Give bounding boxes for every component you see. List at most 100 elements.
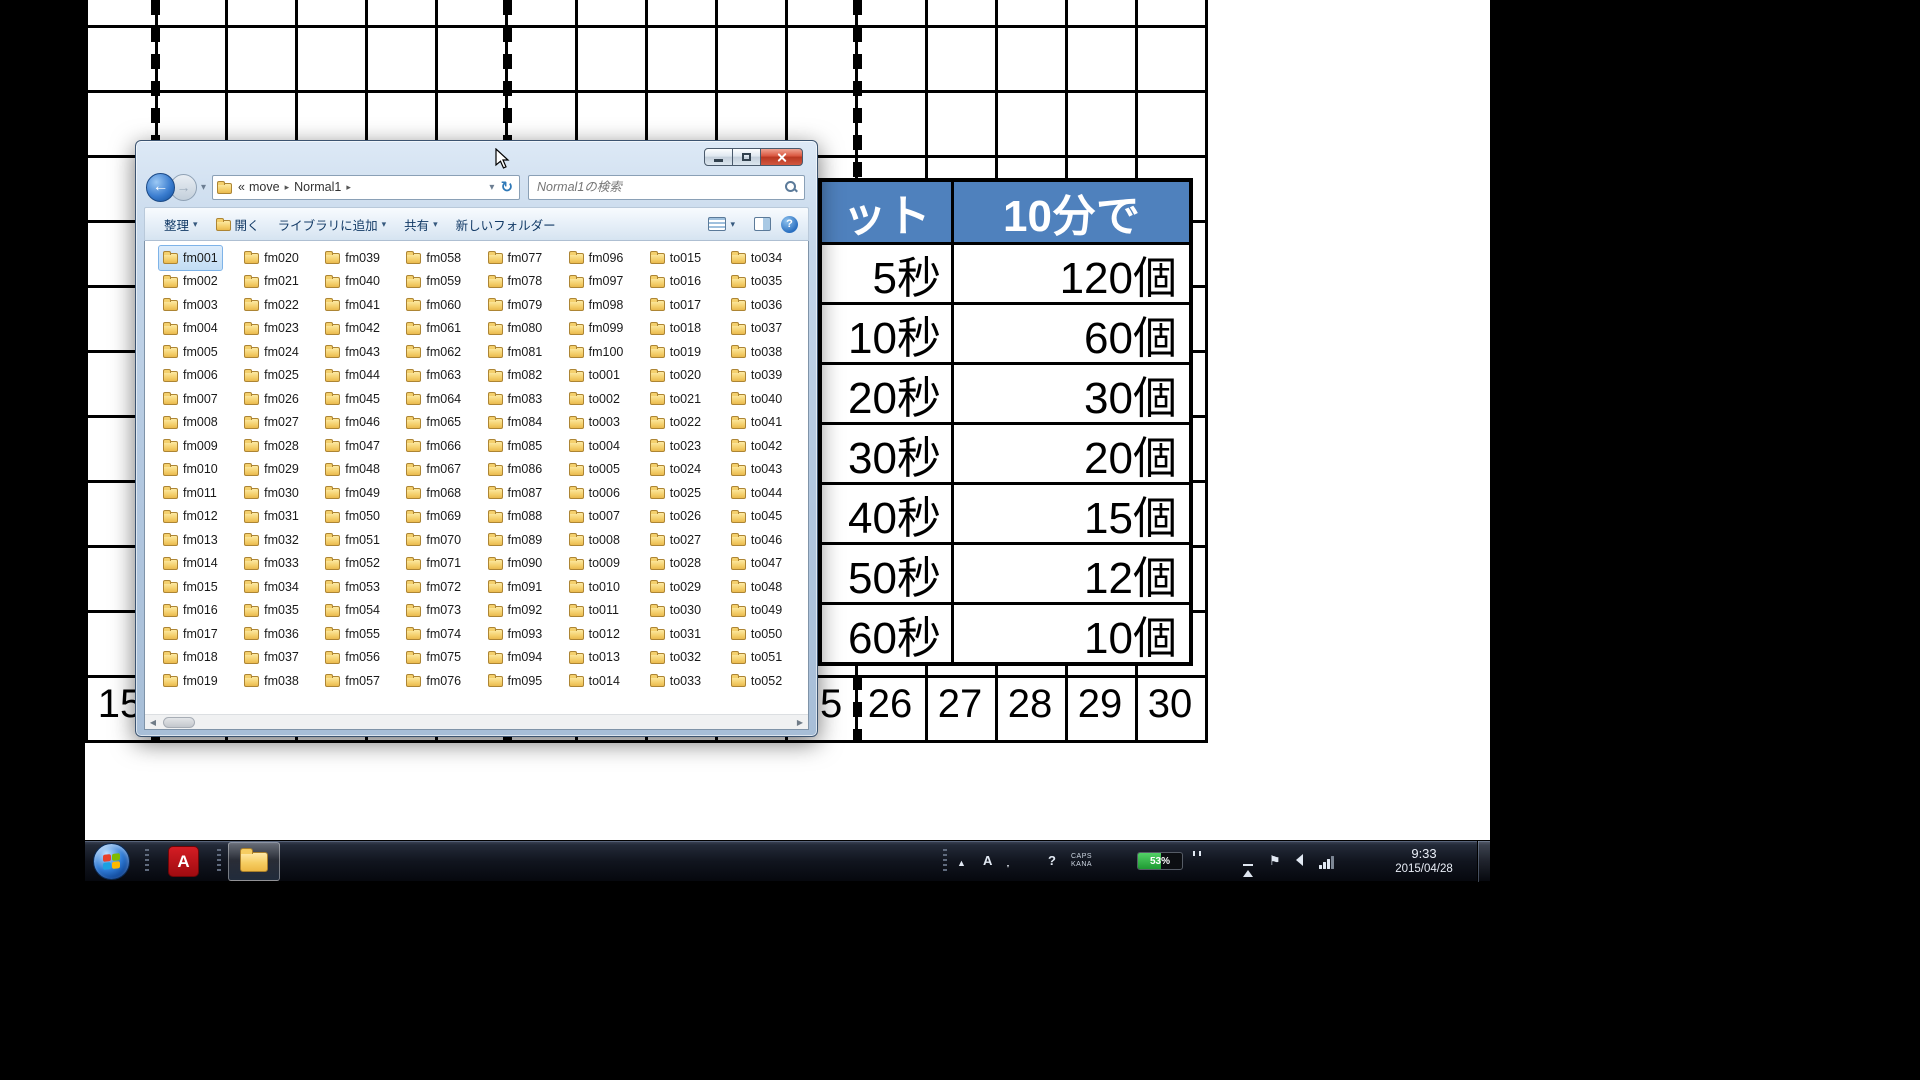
folder-item[interactable]: fm042 [321,317,384,341]
folder-item[interactable]: fm076 [402,669,465,693]
folder-item[interactable]: fm011 [159,481,221,505]
folder-item[interactable]: to050 [727,622,786,646]
folder-item[interactable]: to051 [727,646,786,670]
folder-item[interactable]: fm062 [402,340,465,364]
folder-item[interactable]: fm022 [240,293,303,317]
folder-item[interactable]: to010 [565,575,624,599]
folder-item[interactable]: to035 [727,270,786,294]
folder-item[interactable]: to041 [727,411,786,435]
folder-item[interactable]: to042 [727,434,786,458]
folder-item[interactable]: to025 [646,481,705,505]
folder-item[interactable]: fm039 [321,246,384,270]
add-to-library-button[interactable]: ライブラリに追加 ▾ [269,211,396,238]
organize-button[interactable]: 整理 ▾ [155,211,207,238]
folder-item[interactable]: fm040 [321,270,384,294]
folder-item[interactable]: fm015 [159,575,222,599]
folder-item[interactable]: fm026 [240,387,303,411]
open-button[interactable]: 開く [207,211,269,238]
folder-item[interactable]: to023 [646,434,705,458]
start-button[interactable] [93,843,130,880]
taskbar-clock[interactable]: 9:33 2015/04/28 [1381,846,1467,876]
folder-item[interactable]: fm023 [240,317,303,341]
folder-item[interactable]: fm072 [402,575,465,599]
folder-item[interactable]: to040 [727,387,786,411]
folder-item[interactable]: to015 [646,246,705,270]
horizontal-scrollbar[interactable]: ◀ ▶ [145,714,808,729]
folder-item[interactable]: fm084 [484,411,547,435]
folder-item[interactable]: fm088 [484,505,547,529]
folder-item[interactable]: fm097 [565,270,628,294]
folder-item[interactable]: fm074 [402,622,465,646]
folder-item[interactable]: to003 [565,411,624,435]
help-icon[interactable]: ? [781,216,798,233]
scroll-left-icon[interactable]: ◀ [145,715,161,730]
folder-item[interactable]: to033 [646,669,705,693]
eject-device-icon[interactable] [1243,853,1253,869]
folder-item[interactable]: fm086 [484,458,547,482]
folder-item[interactable]: fm082 [484,364,547,388]
folder-item[interactable]: fm043 [321,340,384,364]
folder-item[interactable]: fm092 [484,599,547,623]
address-bar[interactable]: « move ▸ Normal1 ▸ ▾ ↻ [212,175,520,200]
folder-item[interactable]: fm054 [321,599,384,623]
folder-item[interactable]: to034 [727,246,786,270]
folder-item[interactable]: fm070 [402,528,465,552]
folder-item[interactable]: fm090 [484,552,547,576]
breadcrumb-overflow[interactable]: « [238,180,245,194]
chevron-right-icon[interactable]: ▸ [346,182,351,193]
folder-item[interactable]: to043 [727,458,786,482]
folder-item[interactable]: fm050 [321,505,384,529]
folder-item[interactable]: fm058 [402,246,465,270]
folder-item[interactable]: to029 [646,575,705,599]
folder-item[interactable]: fm077 [484,246,547,270]
folder-item[interactable]: fm034 [240,575,303,599]
minimize-button[interactable] [704,148,733,166]
folder-item[interactable]: fm099 [565,317,628,341]
folder-item[interactable]: fm049 [321,481,384,505]
folder-item[interactable]: fm061 [402,317,465,341]
folder-item[interactable]: fm004 [159,317,222,341]
folder-item[interactable]: to026 [646,505,705,529]
battery-indicator[interactable]: 53% [1137,852,1183,870]
folder-item[interactable]: to049 [727,599,786,623]
folder-item[interactable]: fm021 [240,270,303,294]
caps-kana-indicator[interactable]: CAPS KANA [1071,853,1092,869]
folder-item[interactable]: fm045 [321,387,384,411]
ime-help-icon[interactable]: ? [1048,853,1056,869]
folder-item[interactable]: fm071 [402,552,465,576]
share-button[interactable]: 共有 ▾ [395,211,447,238]
folder-item[interactable]: fm018 [159,646,222,670]
folder-item[interactable]: fm009 [159,434,222,458]
breadcrumb-segment[interactable]: Normal1 [294,180,341,194]
folder-item[interactable]: to016 [646,270,705,294]
preview-pane-icon[interactable] [754,217,771,231]
folder-item[interactable]: to014 [565,669,624,693]
adobe-reader-taskbar-button[interactable]: A [168,846,199,877]
folder-item[interactable]: fm056 [321,646,384,670]
folder-item[interactable]: fm080 [484,317,547,341]
back-button[interactable]: ← [146,173,175,202]
new-folder-button[interactable]: 新しいフォルダー [447,211,565,238]
folder-item[interactable]: fm037 [240,646,303,670]
folder-item[interactable]: fm085 [484,434,547,458]
folder-item[interactable]: to018 [646,317,705,341]
folder-item[interactable]: fm047 [321,434,384,458]
folder-item[interactable]: fm014 [159,552,222,576]
folder-item[interactable]: to036 [727,293,786,317]
folder-item[interactable]: to006 [565,481,624,505]
folder-item[interactable]: to002 [565,387,624,411]
folder-item[interactable]: to048 [727,575,786,599]
folder-item[interactable]: fm065 [402,411,465,435]
scroll-right-icon[interactable]: ▶ [792,715,808,730]
folder-item[interactable]: fm089 [484,528,547,552]
folder-item[interactable]: fm046 [321,411,384,435]
folder-item[interactable]: fm002 [159,270,222,294]
folder-item[interactable]: to028 [646,552,705,576]
folder-item[interactable]: to046 [727,528,786,552]
breadcrumb-segment[interactable]: move [249,180,280,194]
folder-item[interactable]: fm041 [321,293,384,317]
folder-item[interactable]: fm053 [321,575,384,599]
folder-item[interactable]: fm064 [402,387,465,411]
folder-item[interactable]: to032 [646,646,705,670]
search-icon[interactable] [784,180,798,194]
